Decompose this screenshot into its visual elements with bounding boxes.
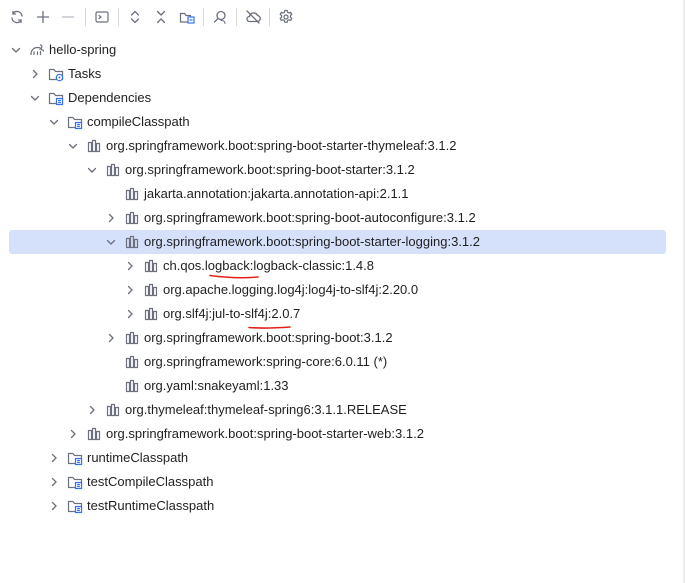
toolbar-separator xyxy=(236,8,237,26)
settings-gear-icon[interactable] xyxy=(275,6,297,28)
expand-all-icon[interactable] xyxy=(124,6,146,28)
tree-row-label: testRuntimeClasspath xyxy=(87,498,215,513)
configuration-folder-icon xyxy=(67,114,83,130)
tree-row[interactable]: org.springframework.boot:spring-boot-sta… xyxy=(0,158,683,182)
tasks-folder-icon xyxy=(48,66,64,82)
tree-row[interactable]: org.springframework.boot:spring-boot-aut… xyxy=(0,206,683,230)
configuration-folder-icon xyxy=(67,498,83,514)
tree-row[interactable]: org.springframework.boot:spring-boot:3.1… xyxy=(0,326,683,350)
tree-row-label: org.apache.logging.log4j:log4j-to-slf4j:… xyxy=(163,282,419,297)
tree-row[interactable]: hello-spring xyxy=(0,38,683,62)
tree-row-label: org.springframework.boot:spring-boot-sta… xyxy=(106,138,457,153)
gradle-elephant-icon xyxy=(29,42,45,58)
tree-row[interactable]: org.slf4j:jul-to-slf4j:2.0.7 xyxy=(0,302,683,326)
library-icon xyxy=(86,426,102,442)
tree-row-label: ch.qos.logback:logback-classic:1.4.8 xyxy=(163,258,375,273)
library-icon xyxy=(124,330,140,346)
library-icon xyxy=(143,282,159,298)
library-icon xyxy=(124,378,140,394)
tree-row[interactable]: org.apache.logging.log4j:log4j-to-slf4j:… xyxy=(0,278,683,302)
library-icon xyxy=(105,402,121,418)
offline-mode-icon[interactable] xyxy=(242,6,264,28)
tree-row[interactable]: Tasks xyxy=(0,62,683,86)
expand-plus-icon[interactable] xyxy=(32,6,54,28)
toolbar-separator xyxy=(203,8,204,26)
library-icon xyxy=(143,306,159,322)
tree-row[interactable]: jakarta.annotation:jakarta.annotation-ap… xyxy=(0,182,683,206)
tree-row-label: compileClasspath xyxy=(87,114,190,129)
tree-row-label: Tasks xyxy=(68,66,102,81)
tree-row[interactable]: testCompileClasspath xyxy=(0,470,683,494)
tree-row[interactable]: org.yaml:snakeyaml:1.33 xyxy=(0,374,683,398)
chevron-down-icon[interactable] xyxy=(67,140,79,152)
tree-row[interactable]: org.springframework.boot:spring-boot-sta… xyxy=(0,422,683,446)
library-icon xyxy=(86,138,102,154)
chevron-down-icon[interactable] xyxy=(48,116,60,128)
tree-row[interactable]: org.springframework:spring-core:6.0.11 (… xyxy=(0,350,683,374)
tree-row[interactable]: org.springframework.boot:spring-boot-sta… xyxy=(0,230,683,254)
chevron-right-icon[interactable] xyxy=(124,284,136,296)
tree-row-label: org.springframework.boot:spring-boot-sta… xyxy=(144,234,481,249)
library-icon xyxy=(124,354,140,370)
chevron-right-icon[interactable] xyxy=(86,404,98,416)
chevron-down-icon[interactable] xyxy=(29,92,41,104)
chevron-right-icon[interactable] xyxy=(67,428,79,440)
tree-row-label: org.slf4j:jul-to-slf4j:2.0.7 xyxy=(163,306,301,321)
chevron-right-icon[interactable] xyxy=(105,332,117,344)
chevron-down-icon[interactable] xyxy=(10,44,22,56)
analyze-dependencies-icon[interactable] xyxy=(209,6,231,28)
tree-row-label: org.springframework.boot:spring-boot-sta… xyxy=(106,426,424,441)
library-icon xyxy=(124,210,140,226)
chevron-right-icon[interactable] xyxy=(124,260,136,272)
reload-icon[interactable] xyxy=(6,6,28,28)
tree-row-label: org.springframework.boot:spring-boot-aut… xyxy=(144,210,476,225)
chevron-down-icon[interactable] xyxy=(86,164,98,176)
tree-row[interactable]: Dependencies xyxy=(0,86,683,110)
library-icon xyxy=(124,186,140,202)
collapse-all-icon[interactable] xyxy=(150,6,172,28)
toolbar-separator xyxy=(269,8,270,26)
tree-row-label: org.springframework.boot:spring-boot:3.1… xyxy=(144,330,393,345)
tree-row-label: runtimeClasspath xyxy=(87,450,189,465)
toolbar-separator xyxy=(85,8,86,26)
tree-row-label: org.springframework.boot:spring-boot-sta… xyxy=(125,162,415,177)
configuration-folder-icon xyxy=(67,450,83,466)
tree-row-label: org.thymeleaf:thymeleaf-spring6:3.1.1.RE… xyxy=(125,402,407,417)
tree-row[interactable]: testRuntimeClasspath xyxy=(0,494,683,518)
dependencies-analyzer-icon[interactable] xyxy=(176,6,198,28)
library-icon xyxy=(124,234,140,250)
tree-row[interactable]: org.thymeleaf:thymeleaf-spring6:3.1.1.RE… xyxy=(0,398,683,422)
tree-row[interactable]: org.springframework.boot:spring-boot-sta… xyxy=(0,134,683,158)
tree-row-label: hello-spring xyxy=(49,42,117,57)
tree-row[interactable]: compileClasspath xyxy=(0,110,683,134)
toolbar-separator xyxy=(118,8,119,26)
chevron-right-icon[interactable] xyxy=(124,308,136,320)
configuration-folder-icon xyxy=(67,474,83,490)
tree-row[interactable]: ch.qos.logback:logback-classic:1.4.8 xyxy=(0,254,683,278)
chevron-right-icon[interactable] xyxy=(105,212,117,224)
execute-task-icon[interactable] xyxy=(91,6,113,28)
tree-row-label: org.yaml:snakeyaml:1.33 xyxy=(144,378,289,393)
chevron-right-icon[interactable] xyxy=(48,500,60,512)
dependencies-folder-icon xyxy=(48,90,64,106)
chevron-down-icon[interactable] xyxy=(105,236,117,248)
tree-row-label: org.springframework:spring-core:6.0.11 (… xyxy=(144,354,388,369)
library-icon xyxy=(105,162,121,178)
chevron-right-icon[interactable] xyxy=(48,452,60,464)
tree-row[interactable]: runtimeClasspath xyxy=(0,446,683,470)
collapse-minus-icon[interactable] xyxy=(57,6,79,28)
chevron-right-icon[interactable] xyxy=(48,476,60,488)
tree-row-label: Dependencies xyxy=(68,90,152,105)
library-icon xyxy=(143,258,159,274)
tree-row-label: testCompileClasspath xyxy=(87,474,214,489)
gradle-toolbar xyxy=(0,0,685,34)
tree-row-label: jakarta.annotation:jakarta.annotation-ap… xyxy=(144,186,409,201)
chevron-right-icon[interactable] xyxy=(29,68,41,80)
